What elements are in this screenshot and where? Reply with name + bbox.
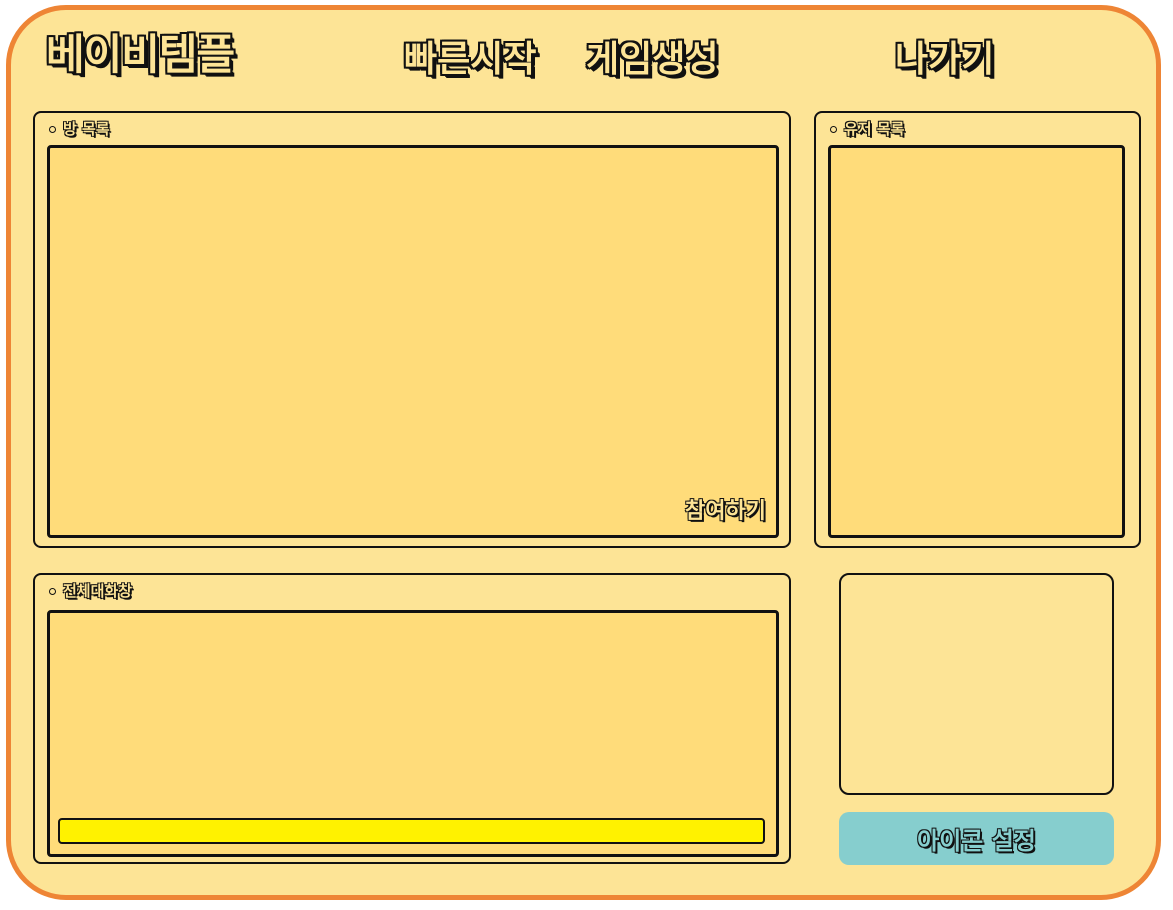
- user-list-header: 유저 목록: [830, 122, 904, 137]
- icon-preview-box: [839, 573, 1114, 795]
- user-list-area[interactable]: [828, 145, 1125, 538]
- chat-header: 전체대화창: [49, 584, 132, 599]
- room-list-header: 방 목록: [49, 122, 110, 137]
- room-list-panel: 방 목록 참여하기: [33, 111, 791, 548]
- room-list-area[interactable]: 참여하기: [47, 145, 779, 538]
- user-list-panel: 유저 목록: [814, 111, 1141, 548]
- bullet-icon: [830, 126, 837, 133]
- user-list-label: 유저 목록: [844, 120, 905, 138]
- bullet-icon: [49, 126, 56, 133]
- chat-input[interactable]: [58, 818, 765, 844]
- join-button[interactable]: 참여하기: [685, 493, 766, 525]
- room-list-label: 방 목록: [63, 120, 110, 138]
- exit-button[interactable]: 나가기: [895, 42, 994, 78]
- create-game-button[interactable]: 게임생성: [586, 42, 718, 78]
- bullet-icon: [49, 588, 56, 595]
- chat-label: 전체대화창: [63, 582, 133, 600]
- quick-start-button[interactable]: 빠른시작: [404, 42, 536, 78]
- app-title: 베이비템플: [46, 30, 235, 79]
- icon-settings-label: 아이콘 설정: [917, 827, 1036, 855]
- icon-settings-button[interactable]: 아이콘 설정: [839, 812, 1114, 865]
